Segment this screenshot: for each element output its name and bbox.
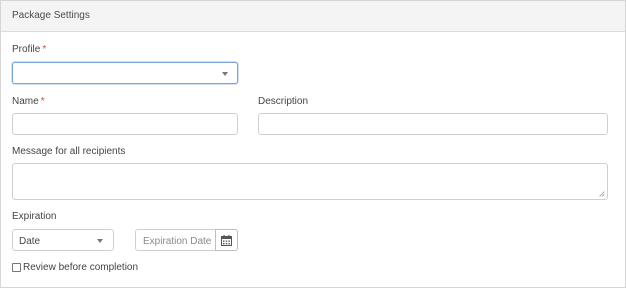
name-label: Name * xyxy=(12,96,45,107)
resize-handle-icon[interactable] xyxy=(599,191,605,197)
description-input[interactable] xyxy=(258,113,608,135)
profile-label-text: Profile xyxy=(12,44,41,55)
name-label-text: Name xyxy=(12,96,39,107)
package-settings-panel: Package Settings Profile * Name * Descript… xyxy=(0,0,626,288)
review-checkbox[interactable] xyxy=(12,263,21,272)
required-marker: * xyxy=(42,44,47,55)
profile-label: Profile * xyxy=(12,44,46,55)
panel-header: Package Settings xyxy=(1,1,625,32)
profile-select[interactable] xyxy=(12,62,238,84)
message-textarea[interactable] xyxy=(12,163,608,200)
chevron-down-icon xyxy=(222,72,228,76)
chevron-down-icon xyxy=(97,239,103,243)
expiration-date-placeholder: Expiration Date xyxy=(143,236,212,247)
message-label: Message for all recipients xyxy=(12,146,126,157)
name-input[interactable] xyxy=(12,113,238,135)
expiration-date-input[interactable]: Expiration Date xyxy=(135,229,216,251)
panel-title: Package Settings xyxy=(12,10,90,21)
review-label[interactable]: Review before completion xyxy=(23,262,138,273)
calendar-icon xyxy=(221,235,232,246)
expiration-type-select[interactable]: Date xyxy=(12,229,114,251)
description-label: Description xyxy=(258,96,309,107)
calendar-button[interactable] xyxy=(215,229,238,251)
expiration-type-value: Date xyxy=(19,236,41,247)
expiration-label: Expiration xyxy=(12,211,57,222)
required-marker: * xyxy=(40,96,45,107)
